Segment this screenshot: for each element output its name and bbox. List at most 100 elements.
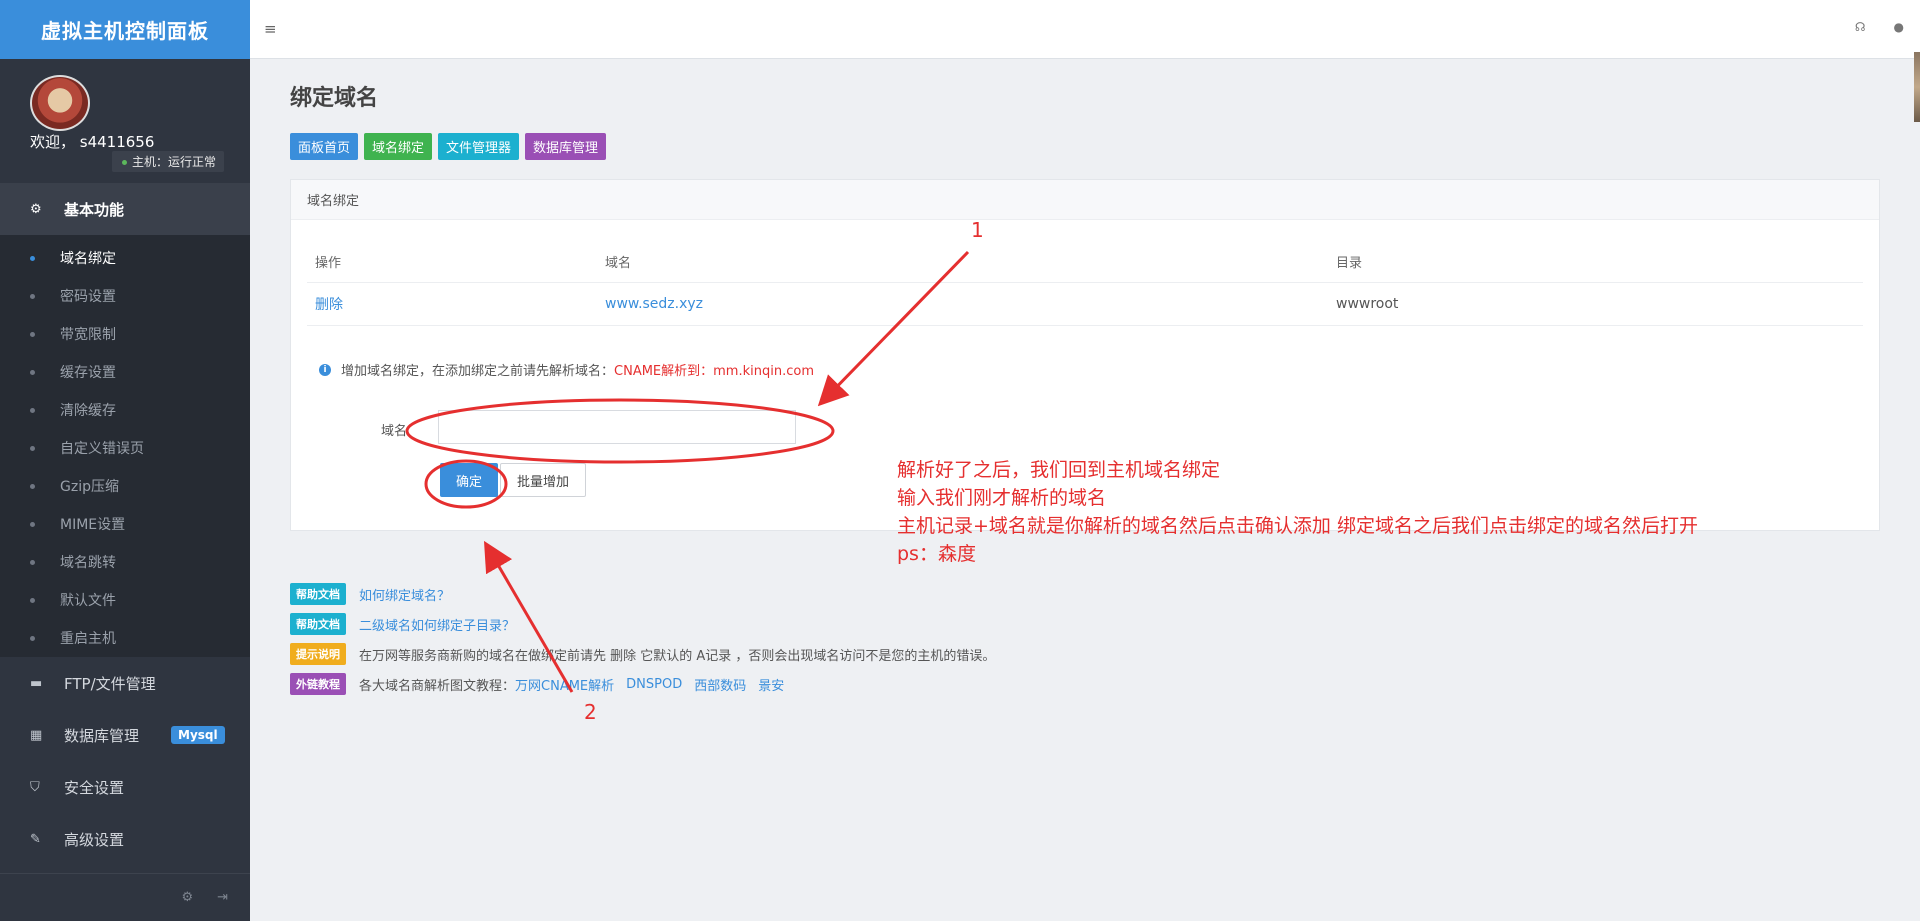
bullet-icon xyxy=(30,331,35,337)
shield-icon: ⛉ xyxy=(30,779,40,795)
help-section: 帮助文档 如何绑定域名？ 帮助文档 二级域名如何绑定子目录？ 提示说明 在万网等… xyxy=(290,579,1880,699)
confirm-button[interactable]: 确定 xyxy=(440,463,498,497)
sidebar-item-cache-settings[interactable]: 缓存设置 xyxy=(0,353,250,391)
sidebar-item-label: 域名绑定 xyxy=(60,251,116,267)
sidebar-item-label: MIME设置 xyxy=(60,517,126,533)
info-icon: i xyxy=(319,363,331,376)
status-dot-icon xyxy=(122,160,127,165)
bullet-icon xyxy=(30,521,35,527)
help-row: 帮助文档 如何绑定域名？ xyxy=(290,579,1880,609)
domain-table: 操作 域名 目录 删除 www.sedz.xyz wwwroot xyxy=(307,240,1863,326)
bullet-icon xyxy=(30,407,35,413)
sidebar-item-label: 重启主机 xyxy=(60,631,116,647)
sidebar-item-gzip[interactable]: Gzip压缩 xyxy=(0,467,250,505)
link-domain-bind[interactable]: 域名绑定 xyxy=(364,133,433,160)
dir-cell: wwwroot xyxy=(1336,296,1399,312)
link-db-manager[interactable]: 数据库管理 xyxy=(525,133,607,160)
notice-text: 在万网等服务商新购的域名在做绑定前请先 删除 它默认的 A记录 ，否则会出现域名… xyxy=(359,648,996,664)
menu-toggle-icon[interactable]: ≡ xyxy=(264,20,277,38)
sidebar-item-error-page[interactable]: 自定义错误页 xyxy=(0,429,250,467)
status-badge: 主机：运行正常 xyxy=(112,151,225,172)
sidebar-item-label: 自定义错误页 xyxy=(60,441,144,457)
bullet-icon xyxy=(30,559,35,565)
sidebar-footer: ⚙ ⇥ xyxy=(0,873,250,921)
help-doc-badge: 帮助文档 xyxy=(290,583,346,605)
sidebar-item-redirect[interactable]: 域名跳转 xyxy=(0,543,250,581)
bullet-icon xyxy=(30,597,35,603)
sidebar-item-restart[interactable]: 重启主机 xyxy=(0,619,250,657)
nav-ftp-files[interactable]: ▬ FTP/文件管理 xyxy=(0,657,250,709)
sidebar-item-mime[interactable]: MIME设置 xyxy=(0,505,250,543)
sidebar-item-bandwidth[interactable]: 带宽限制 xyxy=(0,315,250,353)
settings-icon[interactable]: ⚙ xyxy=(181,890,193,905)
tutorial-badge: 外链教程 xyxy=(290,673,346,695)
sidebar-item-label: 带宽限制 xyxy=(60,327,116,343)
col-domain: 域名 xyxy=(605,255,632,271)
domain-input[interactable] xyxy=(438,410,796,444)
help-doc-badge: 帮助文档 xyxy=(290,613,346,635)
headset-icon[interactable]: ☊ xyxy=(1855,20,1866,34)
sidebar-item-password[interactable]: 密码设置 xyxy=(0,277,250,315)
main-content: 绑定域名 面板首页 域名绑定 文件管理器 数据库管理 域名绑定 操作 域名 目录… xyxy=(290,59,1880,699)
user-profile: 欢迎， s4411656 主机：运行正常 xyxy=(0,59,250,183)
sidebar-item-label: 清除缓存 xyxy=(60,403,116,419)
sidebar-item-label: 默认文件 xyxy=(60,593,116,609)
top-icons: ☊ ● xyxy=(1855,20,1904,34)
edge-image-strip xyxy=(1914,52,1920,122)
bullet-icon xyxy=(30,255,35,261)
col-action: 操作 xyxy=(315,255,342,271)
panel-title: 域名绑定 xyxy=(291,180,1879,220)
sidebar-item-default-file[interactable]: 默认文件 xyxy=(0,581,250,619)
tutorial-link-dnspod[interactable]: DNSPOD xyxy=(626,677,682,692)
delete-link[interactable]: 删除 xyxy=(307,294,605,314)
bullet-icon xyxy=(30,445,35,451)
sidebar-item-label: 密码设置 xyxy=(60,289,116,305)
table-row: 删除 www.sedz.xyz wwwroot xyxy=(307,283,1863,326)
quick-links: 面板首页 域名绑定 文件管理器 数据库管理 xyxy=(290,133,1880,160)
nav-database-label: 数据库管理 xyxy=(64,726,140,745)
sidebar-item-label: 域名跳转 xyxy=(60,555,116,571)
col-dir: 目录 xyxy=(1336,255,1363,271)
link-panel-home[interactable]: 面板首页 xyxy=(290,133,359,160)
sidebar-item-label: 缓存设置 xyxy=(60,365,116,381)
batch-add-button[interactable]: 批量增加 xyxy=(500,463,586,497)
nav-ftp-label: FTP/文件管理 xyxy=(64,674,156,693)
tutorial-link-jingan[interactable]: 景安 xyxy=(758,675,784,694)
table-icon: ▦ xyxy=(30,727,43,743)
mysql-badge: Mysql xyxy=(171,726,225,744)
nav-security-label: 安全设置 xyxy=(64,778,125,797)
help-link-bind-domain[interactable]: 如何绑定域名？ xyxy=(359,585,450,604)
help-row: 外链教程 各大域名商解析图文教程： 万网CNAME解析 DNSPOD 西部数码 … xyxy=(290,669,1880,699)
sidebar-item-clear-cache[interactable]: 清除缓存 xyxy=(0,391,250,429)
domain-field-label: 域名 xyxy=(381,424,408,439)
tip-text: 增加域名绑定，在添加绑定之前请先解析域名： xyxy=(341,364,615,379)
nav-security[interactable]: ⛉ 安全设置 xyxy=(0,761,250,813)
bullet-icon xyxy=(30,483,35,489)
basic-submenu: 域名绑定 密码设置 带宽限制 缓存设置 清除缓存 自定义错误页 Gzip压缩 M… xyxy=(0,235,250,657)
topbar: ≡ ☊ ● xyxy=(250,0,1920,122)
bullet-icon xyxy=(30,635,35,641)
cname-tip: i 增加域名绑定，在添加绑定之前请先解析域名： CNAME解析到：mm.kinqi… xyxy=(319,360,814,379)
help-link-subdomain[interactable]: 二级域名如何绑定子目录？ xyxy=(359,615,515,634)
edit-icon: ✎ xyxy=(30,831,41,847)
brand-title: 虚拟主机控制面板 xyxy=(0,0,250,59)
avatar[interactable] xyxy=(30,75,90,131)
table-header: 操作 域名 目录 xyxy=(307,240,1863,283)
link-file-manager[interactable]: 文件管理器 xyxy=(438,133,520,160)
gears-icon: ⚙ xyxy=(30,201,42,217)
tutorial-link-wanwang[interactable]: 万网CNAME解析 xyxy=(515,675,614,694)
nav-section-basic-label: 基本功能 xyxy=(64,200,125,219)
nav-database[interactable]: ▦ 数据库管理 Mysql xyxy=(0,709,250,761)
welcome-text: 欢迎， s4411656 xyxy=(30,133,155,151)
tutorial-text: 各大域名商解析图文教程： xyxy=(359,678,516,694)
tip-cname: CNAME解析到：mm.kinqin.com xyxy=(614,364,814,379)
logout-icon[interactable]: ⇥ xyxy=(217,890,228,905)
bound-domain-link[interactable]: www.sedz.xyz xyxy=(605,296,1336,312)
sidebar-item-domain-bind[interactable]: 域名绑定 xyxy=(0,239,250,277)
user-icon[interactable]: ● xyxy=(1894,20,1904,34)
nav-advanced[interactable]: ✎ 高级设置 xyxy=(0,813,250,865)
notice-badge: 提示说明 xyxy=(290,643,346,665)
tutorial-link-west[interactable]: 西部数码 xyxy=(694,675,746,694)
nav-section-basic[interactable]: ⚙ 基本功能 xyxy=(0,183,250,235)
domain-bind-panel: 域名绑定 操作 域名 目录 删除 www.sedz.xyz wwwroot i … xyxy=(290,179,1880,531)
